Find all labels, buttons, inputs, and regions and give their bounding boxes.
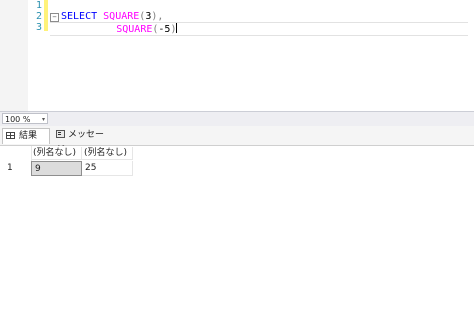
grid-cell[interactable]: 25 [82,161,133,176]
line-number: 2 [35,11,42,22]
zoom-bar: 100 % ▾ [0,111,474,126]
column-header[interactable]: (列名なし) [31,147,82,160]
tab-results-label: 結果 [19,131,38,141]
zoom-value: 100 % [5,115,31,124]
code-text[interactable]: − SELECT SQUARE(3), SQUARE(-5) [50,0,468,36]
query-editor[interactable]: 1 2 3 − SELECT SQUARE(3), SQUARE(-5) [0,0,474,111]
comma: , [157,11,164,22]
line-number: 1 [35,0,42,11]
editor-gutter [0,0,28,111]
function-square: SQUARE [103,11,140,22]
change-indicator-bar [44,0,48,31]
tab-results[interactable]: 結果 [2,128,50,144]
function-square: SQUARE [116,24,153,35]
column-header[interactable]: (列名なし) [82,147,133,160]
chevron-down-icon[interactable]: ▾ [42,114,45,125]
line-number: 3 [35,22,42,33]
message-icon [56,130,65,138]
zoom-select[interactable]: 100 % ▾ [2,113,48,124]
tab-messages[interactable]: メッセージ [53,128,109,155]
results-grid: (列名なし) (列名なし) 1 9 25 [0,146,474,311]
grid-cell-selected[interactable]: 9 [31,161,82,176]
row-number[interactable]: 1 [7,162,13,175]
keyword-select: SELECT [61,11,98,22]
result-tabs: 結果 メッセージ [0,126,474,155]
grid-icon [6,132,15,139]
code-line-3: SQUARE(-5) [50,22,468,36]
line-numbers: 1 2 3 [28,0,42,33]
code-line-2: − SELECT SQUARE(3), [50,11,468,22]
argument: -5 [158,24,171,35]
text-caret [176,23,178,33]
collapse-icon[interactable]: − [50,13,59,22]
